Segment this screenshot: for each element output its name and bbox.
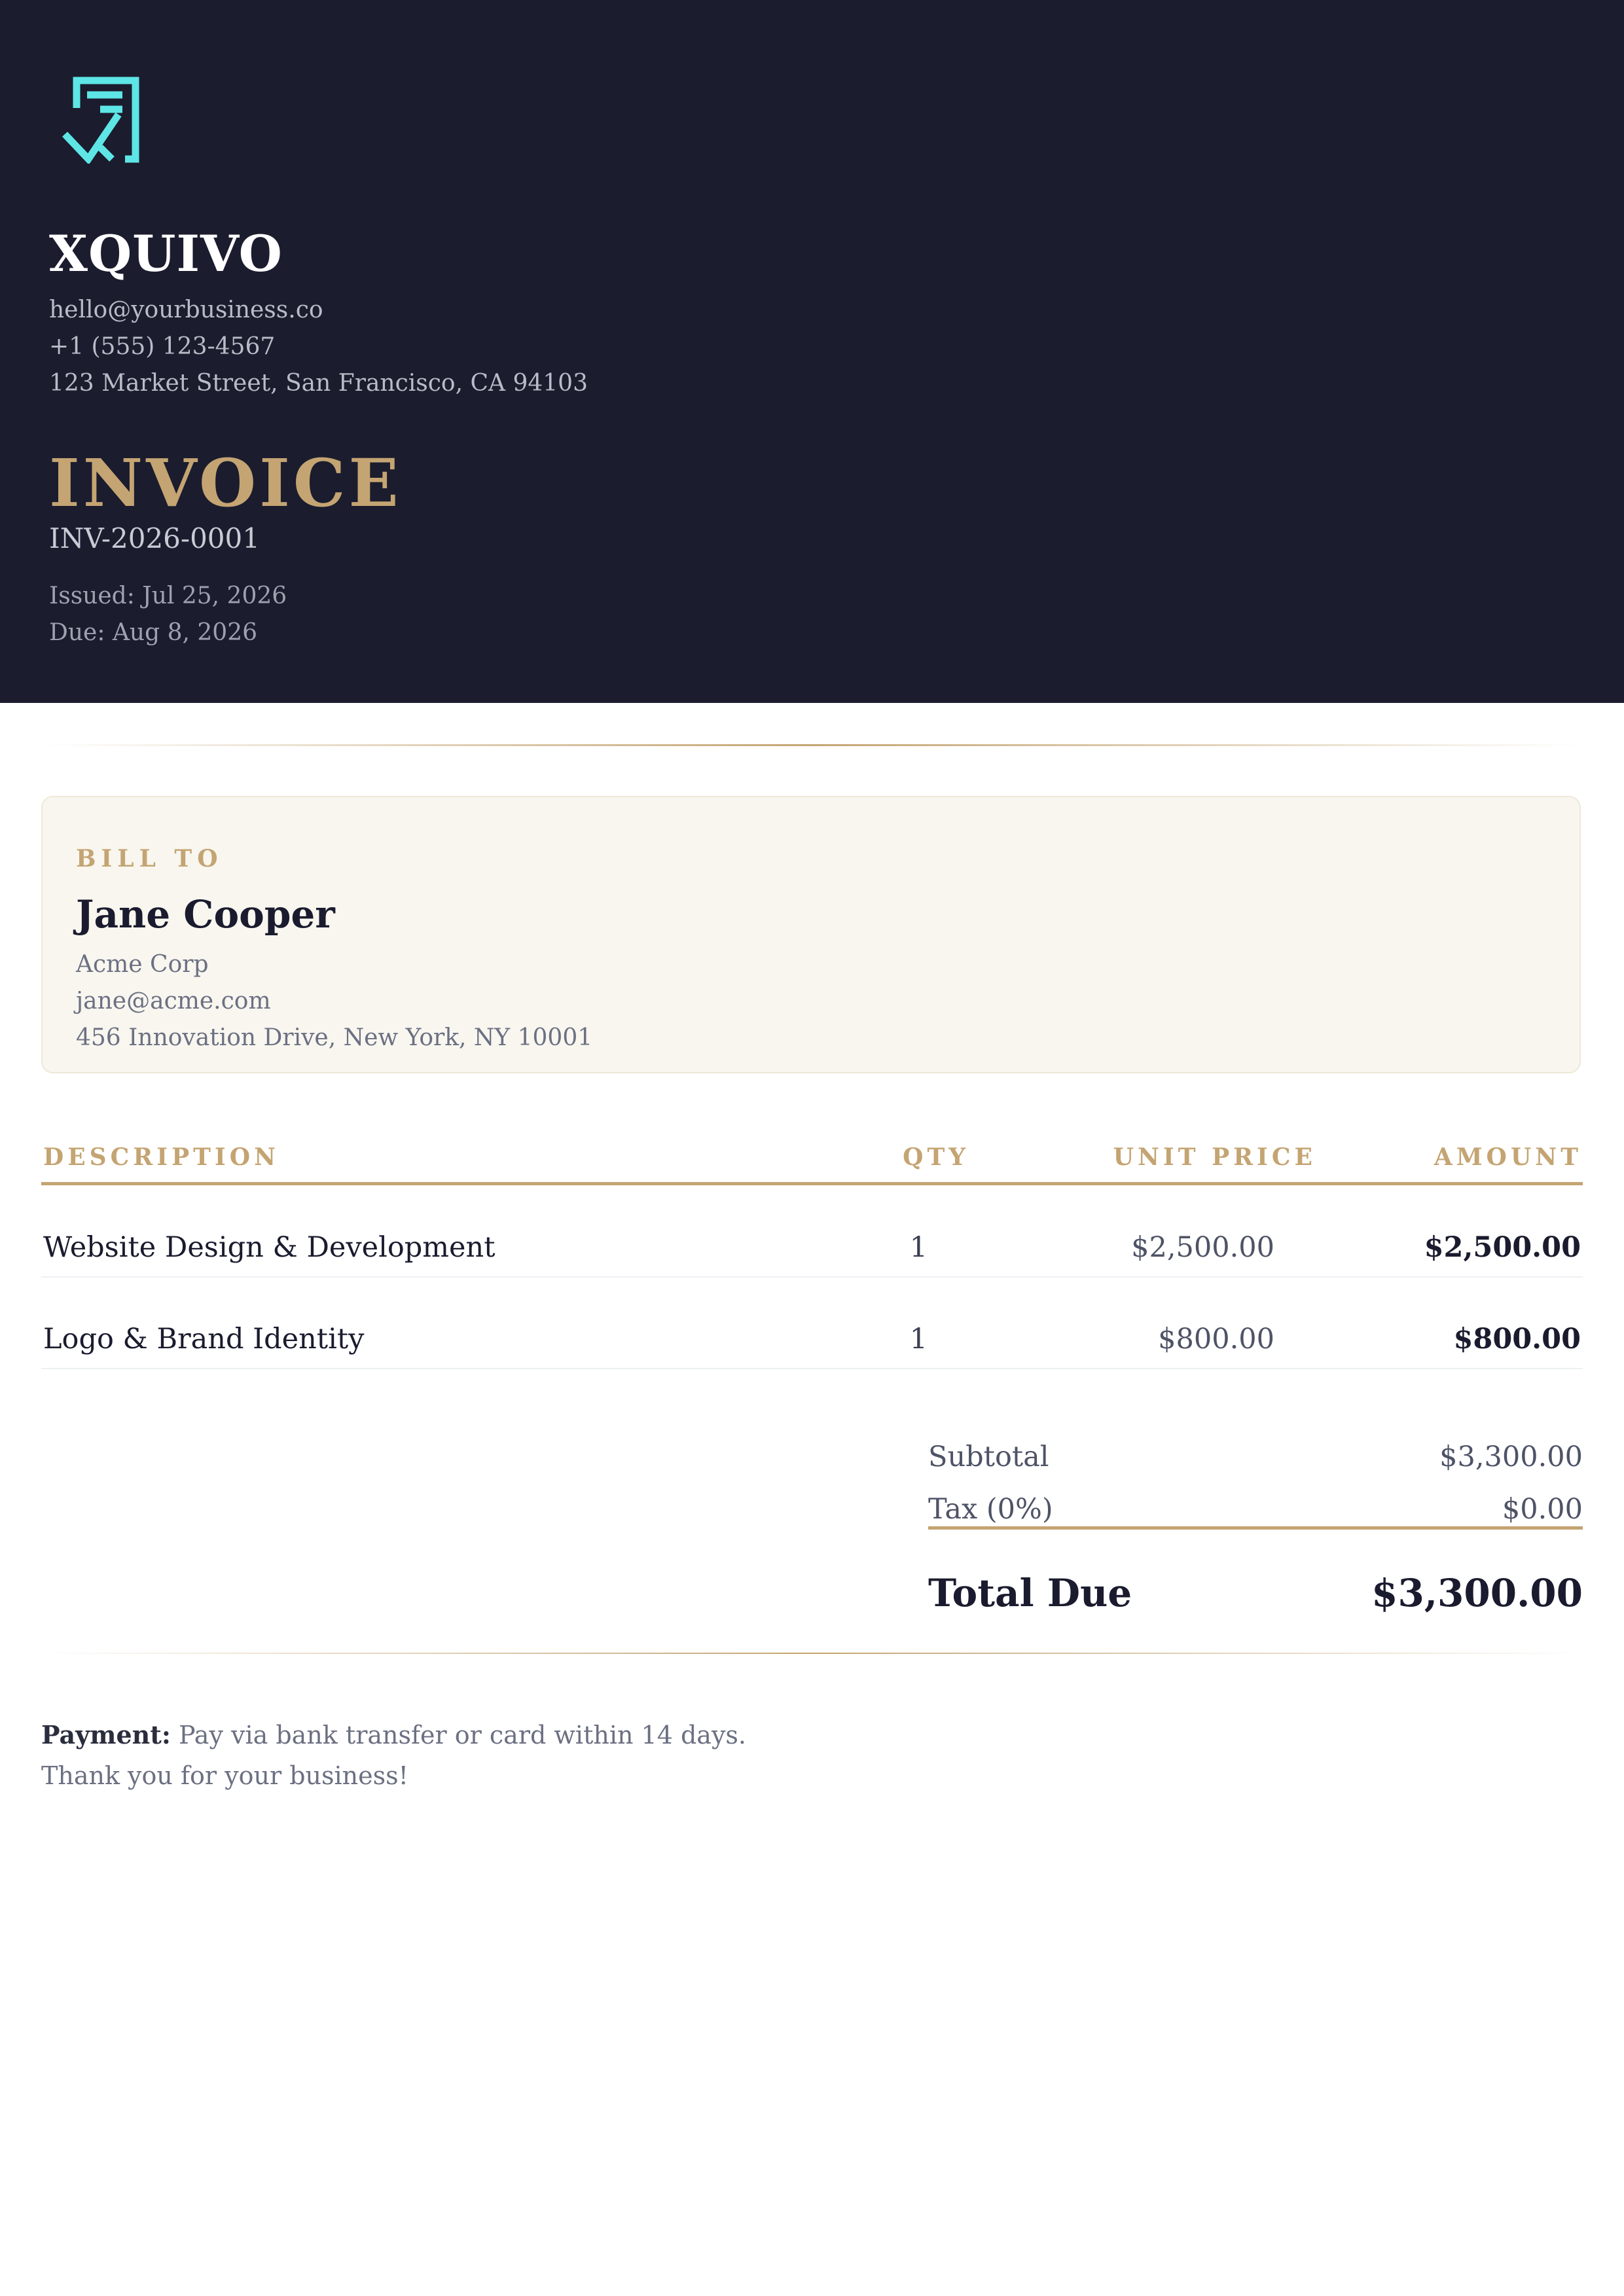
issued-date: Issued: Jul 25, 2026 xyxy=(49,583,287,609)
invoice-header: XQUIVO hello@yourbusiness.co +1 (555) 12… xyxy=(0,0,1624,703)
payment-text: Pay via bank transfer or card within 14 … xyxy=(170,1721,746,1749)
row-divider xyxy=(41,1276,1583,1278)
client-company: Acme Corp xyxy=(76,951,209,978)
bottom-divider xyxy=(41,1653,1583,1654)
business-email: hello@yourbusiness.co xyxy=(49,296,323,323)
item-amount: $800.00 xyxy=(1453,1323,1581,1355)
subtotal-value: $3,300.00 xyxy=(1439,1441,1583,1473)
item-unit-price: $800.00 xyxy=(1158,1323,1274,1355)
tax-label: Tax (0%) xyxy=(928,1493,1053,1526)
header-qty: QTY xyxy=(903,1143,969,1171)
client-address: 456 Innovation Drive, New York, NY 10001 xyxy=(76,1024,593,1051)
business-phone: +1 (555) 123-4567 xyxy=(49,333,276,360)
item-amount: $2,500.00 xyxy=(1424,1231,1581,1264)
item-qty: 1 xyxy=(909,1323,928,1355)
business-address: 123 Market Street, San Francisco, CA 941… xyxy=(49,370,588,397)
receipt-check-icon xyxy=(62,77,139,164)
table-row: Logo & Brand Identity 1 $800.00 $800.00 xyxy=(41,1325,1583,1417)
item-description: Website Design & Development xyxy=(43,1231,496,1264)
header-amount: AMOUNT xyxy=(1434,1143,1582,1171)
totals-rule xyxy=(928,1526,1583,1530)
tax-value: $0.00 xyxy=(1502,1493,1583,1526)
bill-to-label: BILL TO xyxy=(76,845,223,872)
row-divider xyxy=(41,1368,1583,1369)
table-header-rule xyxy=(41,1182,1583,1185)
item-unit-price: $2,500.00 xyxy=(1131,1231,1274,1264)
invoice-number: INV-2026-0001 xyxy=(49,522,260,554)
total-due-label: Total Due xyxy=(928,1571,1132,1615)
subtotal-label: Subtotal xyxy=(928,1441,1049,1473)
invoice-title: INVOICE xyxy=(49,444,402,522)
business-name: XQUIVO xyxy=(49,224,283,283)
payment-label: Payment: xyxy=(41,1720,171,1749)
total-due-value: $3,300.00 xyxy=(1371,1571,1583,1615)
table-row: Website Design & Development 1 $2,500.00… xyxy=(41,1234,1583,1325)
client-email: jane@acme.com xyxy=(76,988,271,1014)
header-unit-price: UNIT PRICE xyxy=(1113,1143,1316,1171)
top-divider xyxy=(41,744,1583,746)
header-description: DESCRIPTION xyxy=(43,1143,280,1171)
item-qty: 1 xyxy=(909,1231,928,1264)
bill-to-card: BILL TO Jane Cooper Acme Corp jane@acme.… xyxy=(41,796,1581,1073)
thank-you-note: Thank you for your business! xyxy=(41,1761,408,1790)
payment-note: Payment: Pay via bank transfer or card w… xyxy=(41,1723,746,1748)
client-name: Jane Cooper xyxy=(76,892,335,937)
item-description: Logo & Brand Identity xyxy=(43,1323,365,1355)
due-date: Due: Aug 8, 2026 xyxy=(49,619,258,646)
